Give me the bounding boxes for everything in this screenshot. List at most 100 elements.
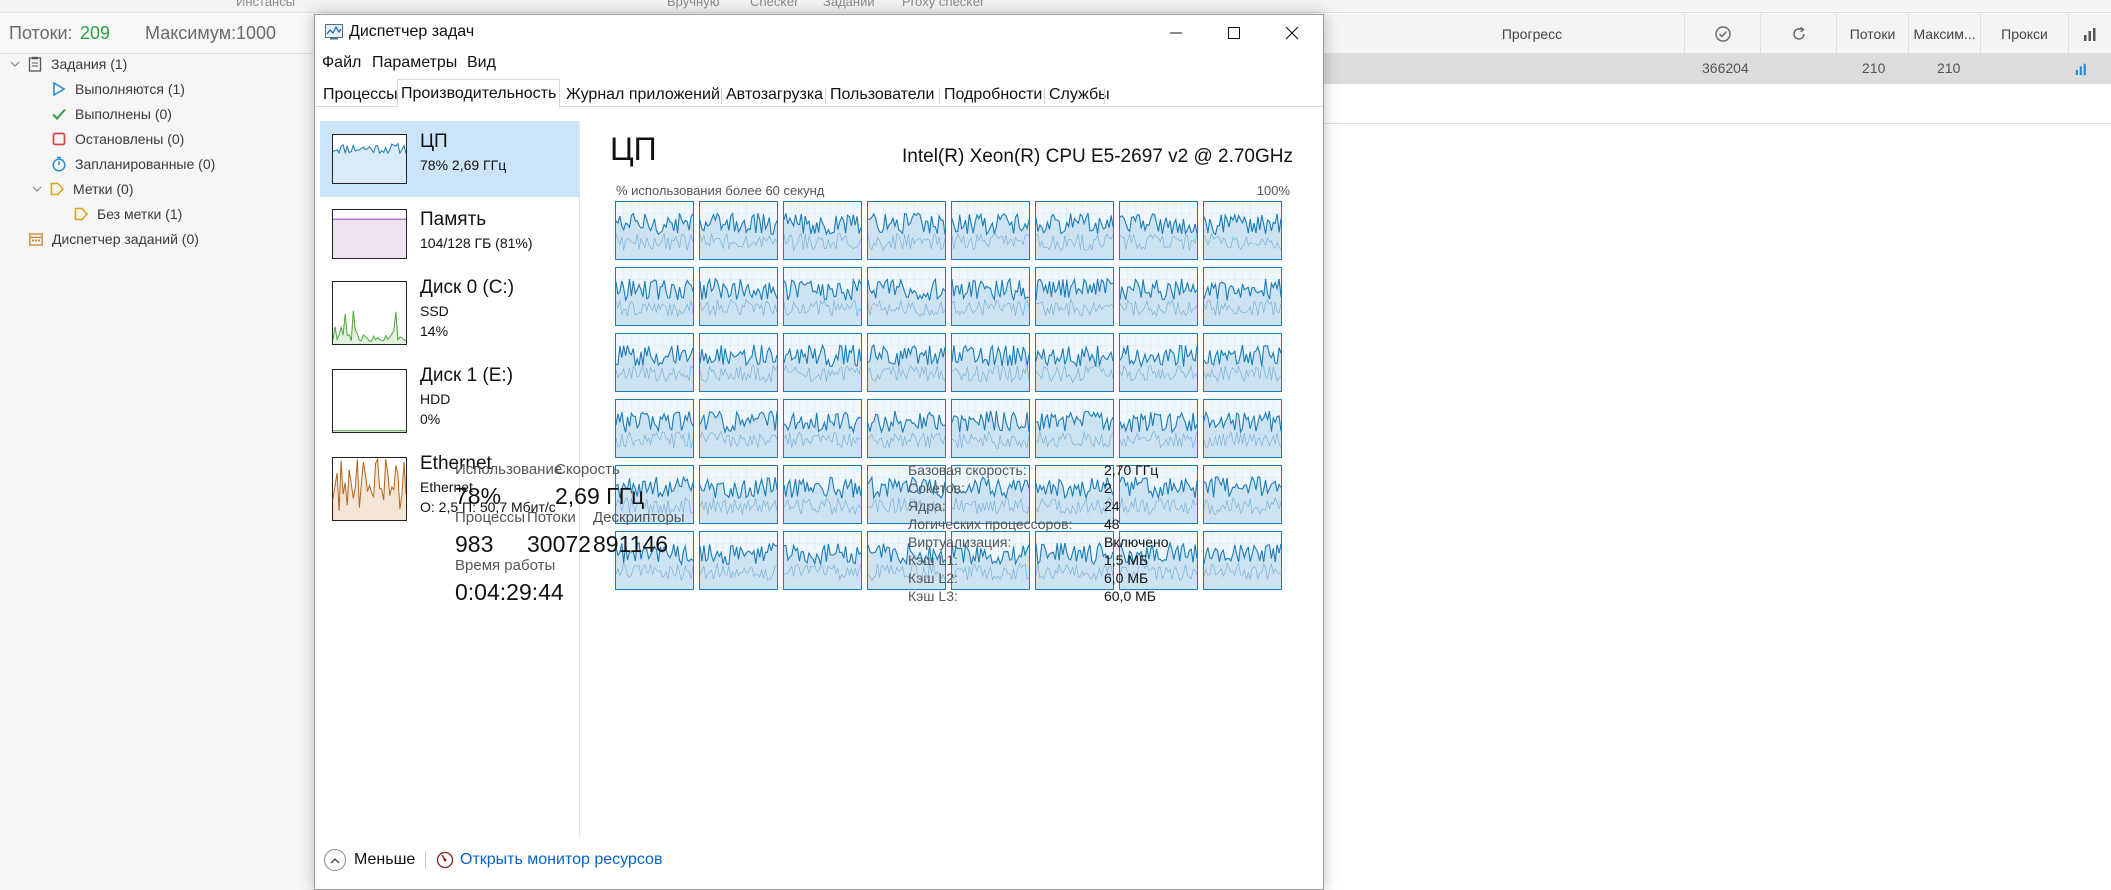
minimize-button[interactable]	[1147, 15, 1205, 51]
perf-item-detail: 14%	[420, 323, 449, 339]
processes-value: 983	[455, 531, 494, 557]
bg-toolbar-label[interactable]: Инстансы	[236, 0, 295, 9]
tree-item[interactable]: Выполнены (0)	[50, 102, 172, 126]
bg-toolbar-label[interactable]: Заданий	[823, 0, 875, 9]
tree-item[interactable]: Задания (1)	[10, 52, 127, 76]
ethernet-thumbnail-graph	[332, 457, 407, 521]
cpu-model-name: Intel(R) Xeon(R) CPU E5-2697 v2 @ 2.70GH…	[902, 146, 1293, 167]
menu-file[interactable]: Файл	[322, 54, 361, 72]
cpu-detail-value: 2	[1104, 480, 1112, 496]
cpu-detail-value: Включено	[1104, 534, 1169, 550]
threads-label: Потоки	[527, 509, 576, 526]
uptime-label: Время работы	[455, 557, 556, 574]
close-button[interactable]	[1263, 15, 1321, 51]
open-resource-monitor-link[interactable]: Открыть монитор ресурсов	[436, 847, 662, 873]
panel-splitter[interactable]	[579, 121, 580, 837]
chevron-down-icon[interactable]	[10, 61, 22, 68]
column-progress-label[interactable]: Прогресс	[1332, 14, 1732, 54]
tab-app-history[interactable]: Журнал приложений	[563, 83, 723, 107]
perf-item-disk1[interactable]: Диск 1 (E:) HDD 0%	[320, 359, 579, 447]
task-row[interactable]: 366204 210 210	[1322, 54, 2111, 84]
perf-item-title: Память	[420, 209, 487, 230]
max-threads-value: 1000	[236, 23, 277, 43]
logical-processor-graph	[615, 267, 694, 326]
logical-processor-graph	[867, 201, 946, 260]
calendar-icon	[27, 230, 45, 248]
tree-item[interactable]: Запланированные (0)	[50, 152, 215, 176]
tab-users[interactable]: Пользователи	[827, 83, 937, 107]
tree-item[interactable]: Выполняются (1)	[50, 77, 185, 101]
stats-column-header[interactable]	[2068, 14, 2111, 54]
tree-item-label: Выполняются (1)	[75, 81, 185, 97]
tab-details[interactable]: Подробности	[941, 83, 1045, 107]
perf-item-cpu[interactable]: ЦП 78% 2,69 ГГц	[320, 121, 579, 197]
tree-item-label: Запланированные (0)	[75, 156, 216, 172]
bg-toolbar-label[interactable]: Checker	[750, 0, 798, 9]
cpu-detail-key: Базовая скорость:	[908, 462, 1027, 478]
column-threads-header[interactable]: Потоки	[1836, 14, 1908, 54]
tree-item[interactable]: Диспетчер заданий (0)	[27, 227, 199, 251]
tag-icon	[72, 205, 90, 223]
perf-item-title: Диск 0 (C:)	[420, 277, 515, 298]
tree-item[interactable]: Без метки (1)	[72, 202, 182, 226]
logical-processor-graph	[867, 399, 946, 458]
bg-toolbar-label[interactable]: Вручную	[667, 0, 719, 9]
chevron-down-icon[interactable]	[32, 186, 44, 193]
speed-value: 2,69 ГГц	[555, 483, 645, 509]
window-title: Диспетчер задач	[349, 23, 475, 40]
logical-processor-graph	[699, 531, 778, 590]
title-bar[interactable]: Диспетчер задач	[315, 15, 1323, 51]
fewer-details-button[interactable]: Меньше	[324, 847, 415, 873]
resource-monitor-icon	[436, 851, 454, 869]
status-column-header[interactable]	[1684, 14, 1760, 54]
column-max-header[interactable]: Максим...	[1908, 14, 1980, 54]
cpu-detail-key: Кэш L2:	[908, 570, 958, 586]
logical-processor-graph	[1035, 201, 1114, 260]
logical-processor-graph	[951, 201, 1030, 260]
logical-processor-graph	[699, 333, 778, 392]
task-row-max: 210	[1937, 60, 1961, 76]
speed-label: Скорость	[555, 461, 620, 478]
refresh-column-header[interactable]	[1760, 14, 1836, 54]
logical-processor-graph	[1203, 333, 1282, 392]
logical-processor-graph	[1203, 465, 1282, 524]
check-circle-icon	[1714, 26, 1731, 42]
column-proxies-header[interactable]: Прокси	[1980, 14, 2068, 54]
fewer-details-label: Меньше	[354, 851, 416, 868]
utilization-max-label: 100%	[1256, 183, 1290, 198]
cpu-detail-key: Ядра:	[908, 498, 946, 514]
threads-value: 209	[80, 23, 111, 43]
tree-item-label: Задания (1)	[51, 56, 128, 72]
bg-toolbar-label[interactable]: Proxy checker	[902, 0, 984, 9]
close-icon	[1285, 26, 1299, 40]
logical-processor-graph	[1035, 399, 1114, 458]
tree-item[interactable]: Остановлены (0)	[50, 127, 184, 151]
tab-performance[interactable]: Производительность	[397, 79, 561, 108]
clipboard-icon	[26, 55, 44, 73]
tab-processes[interactable]: Процессы	[320, 83, 401, 107]
tree-item-label: Без метки (1)	[97, 206, 183, 222]
bar-chart-icon	[2075, 63, 2086, 76]
tab-bar: Процессы Производительность Журнал прило…	[315, 79, 1323, 108]
cpu-detail-key: Логических процессоров:	[908, 516, 1073, 532]
perf-item-memory[interactable]: Память 104/128 ГБ (81%)	[320, 197, 579, 271]
resource-monitor-label: Открыть монитор ресурсов	[460, 851, 663, 868]
check-icon	[50, 105, 68, 123]
cpu-detail-value: 1,5 МБ	[1104, 552, 1149, 568]
tab-services[interactable]: Службы	[1046, 83, 1113, 107]
logical-processor-graph	[699, 399, 778, 458]
cpu-detail-value: 24	[1104, 498, 1120, 514]
perf-item-disk0[interactable]: Диск 0 (C:) SSD 14%	[320, 271, 579, 359]
tab-startup[interactable]: Автозагрузка	[723, 83, 826, 107]
logical-processor-graph	[1203, 399, 1282, 458]
handles-label: Дескрипторы	[593, 509, 685, 526]
maximize-button[interactable]	[1205, 15, 1263, 51]
threads-status-bar: Потоки: 209 Максимум: 1000	[0, 14, 318, 54]
perf-item-detail: SSD	[420, 303, 449, 319]
menu-view[interactable]: Вид	[467, 54, 496, 72]
threads-label: Потоки:	[9, 23, 73, 43]
logical-processor-graph	[783, 399, 862, 458]
menu-options[interactable]: Параметры	[372, 54, 457, 72]
tree-item[interactable]: Метки (0)	[32, 177, 134, 201]
tree-item-label: Диспетчер заданий (0)	[52, 231, 199, 247]
